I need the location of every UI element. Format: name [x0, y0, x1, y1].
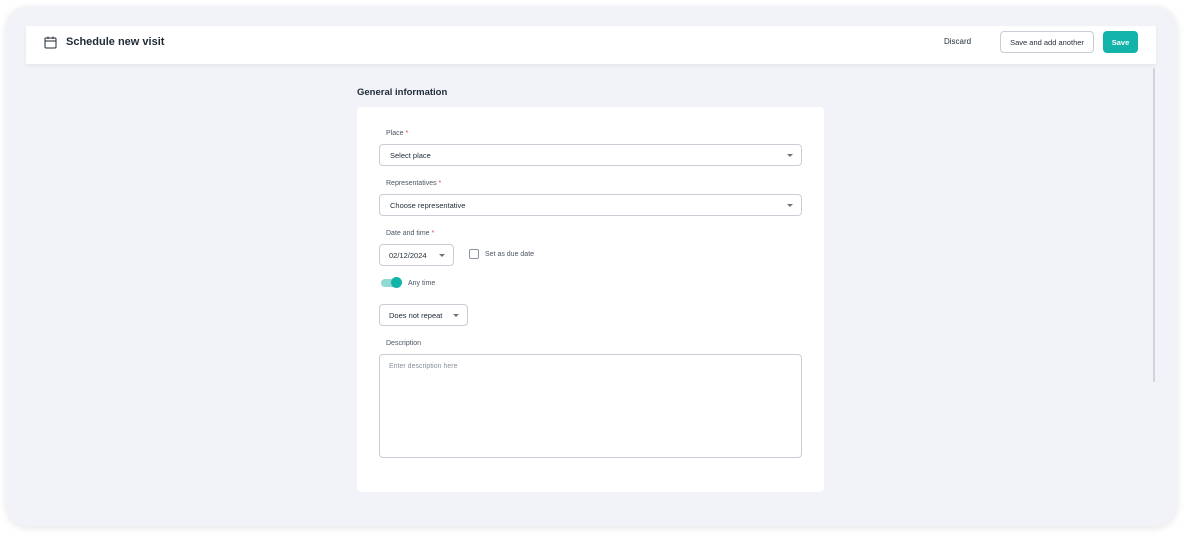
- any-time-toggle[interactable]: [381, 277, 402, 288]
- repeat-select[interactable]: Does not repeat: [379, 304, 468, 326]
- discard-button[interactable]: Discard: [944, 37, 971, 46]
- section-title: General information: [357, 87, 448, 98]
- due-date-checkbox[interactable]: [469, 249, 479, 259]
- representatives-label: Representatives *: [386, 180, 441, 187]
- save-and-add-another-button[interactable]: Save and add another: [1000, 31, 1094, 53]
- chevron-down-icon: [453, 314, 459, 317]
- description-textarea[interactable]: [379, 354, 802, 458]
- chevron-down-icon: [787, 204, 793, 207]
- chevron-down-icon: [787, 154, 793, 157]
- place-label: Place *: [386, 130, 408, 137]
- date-picker[interactable]: 02/12/2024: [379, 244, 454, 266]
- place-select-value: Select place: [390, 151, 431, 160]
- required-mark: *: [405, 130, 409, 137]
- due-date-label: Set as due date: [485, 251, 535, 258]
- date-time-label: Date and time *: [386, 230, 434, 237]
- place-label-text: Place: [386, 130, 404, 137]
- date-value: 02/12/2024: [389, 251, 427, 260]
- place-select[interactable]: Select place: [379, 144, 802, 166]
- representatives-label-text: Representatives: [386, 180, 437, 187]
- form-card: Place * Select place Representatives * C…: [357, 107, 824, 492]
- representatives-select-value: Choose representative: [390, 201, 466, 210]
- description-label: Description: [386, 340, 422, 347]
- top-bar: Schedule new visit Discard Save and add …: [26, 26, 1156, 64]
- app-window: Schedule new visit Discard Save and add …: [6, 6, 1177, 526]
- calendar-icon: [44, 36, 57, 49]
- date-time-label-text: Date and time: [386, 230, 430, 237]
- toggle-knob: [391, 277, 402, 288]
- chevron-down-icon: [439, 254, 445, 257]
- representatives-select[interactable]: Choose representative: [379, 194, 802, 216]
- required-mark: *: [438, 180, 442, 187]
- page-title: Schedule new visit: [66, 36, 165, 48]
- save-button[interactable]: Save: [1103, 31, 1138, 53]
- required-mark: *: [431, 230, 435, 237]
- repeat-value: Does not repeat: [389, 311, 443, 320]
- scrollbar[interactable]: [1153, 68, 1155, 382]
- any-time-label: Any time: [408, 280, 436, 287]
